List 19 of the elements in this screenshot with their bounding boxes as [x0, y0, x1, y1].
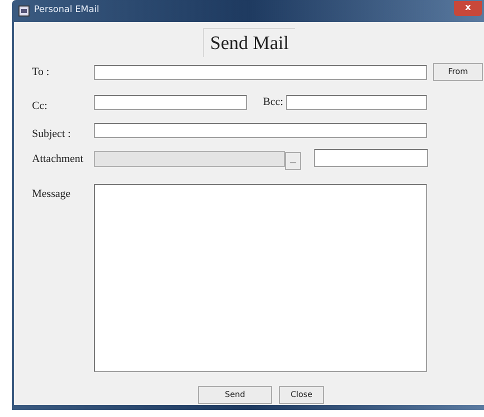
window-close-button[interactable]: x — [454, 0, 482, 16]
from-button[interactable]: From — [433, 63, 483, 81]
to-field[interactable] — [94, 64, 427, 80]
cancel-button[interactable]: Close — [279, 386, 324, 404]
app-icon — [18, 5, 30, 17]
send-button[interactable]: Send — [198, 386, 272, 404]
bcc-field[interactable] — [286, 94, 427, 110]
attachment-name-field[interactable] — [314, 149, 428, 167]
window-title: Personal EMail — [34, 4, 100, 18]
cc-label: Cc: — [32, 99, 48, 114]
message-field[interactable] — [94, 184, 427, 372]
to-label: To : — [32, 64, 50, 80]
message-label: Message — [32, 187, 72, 202]
subject-field[interactable] — [94, 123, 427, 138]
cc-field[interactable] — [94, 94, 247, 110]
bcc-label: Bcc: — [263, 95, 284, 110]
subject-label: Subject : — [32, 126, 72, 142]
attachment-label: Attachment — [32, 152, 84, 167]
heading: Send Mail — [203, 28, 295, 57]
